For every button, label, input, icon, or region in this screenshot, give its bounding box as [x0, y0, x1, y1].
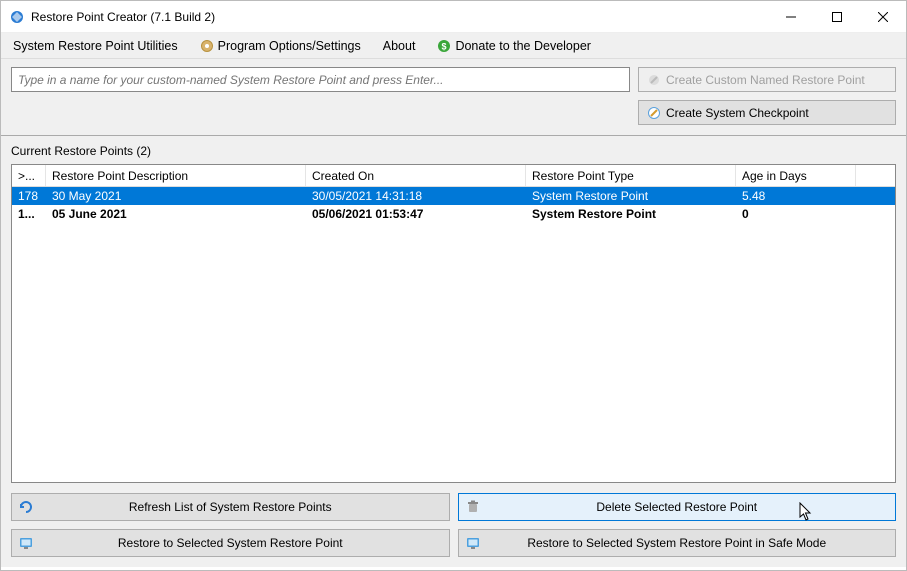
column-type[interactable]: Restore Point Type — [526, 165, 736, 186]
title-bar: Restore Point Creator (7.1 Build 2) — [1, 1, 906, 33]
menu-donate-label: Donate to the Developer — [455, 39, 591, 53]
toolbar: Create Custom Named Restore Point Create… — [1, 59, 906, 136]
cursor-icon — [799, 502, 813, 522]
cell-type: System Restore Point — [526, 187, 736, 205]
table-row[interactable]: 178 30 May 2021 30/05/2021 14:31:18 Syst… — [12, 187, 895, 205]
column-created[interactable]: Created On — [306, 165, 526, 186]
cell-description: 05 June 2021 — [46, 205, 306, 223]
trash-icon — [465, 499, 481, 515]
cell-type: System Restore Point — [526, 205, 736, 223]
dollar-icon: $ — [437, 39, 451, 53]
refresh-icon — [18, 499, 34, 515]
main-content: Current Restore Points (2) >... Restore … — [1, 136, 906, 567]
current-restore-points-label: Current Restore Points (2) — [11, 144, 896, 158]
minimize-button[interactable] — [768, 1, 814, 32]
cell-index: 1... — [12, 205, 46, 223]
window-title: Restore Point Creator (7.1 Build 2) — [31, 10, 768, 24]
refresh-button[interactable]: Refresh List of System Restore Points — [11, 493, 450, 521]
restore-safe-button[interactable]: Restore to Selected System Restore Point… — [458, 529, 897, 557]
menu-options-label: Program Options/Settings — [218, 39, 361, 53]
restore-button[interactable]: Restore to Selected System Restore Point — [11, 529, 450, 557]
menu-about-label: About — [383, 39, 416, 53]
column-index[interactable]: >... — [12, 165, 46, 186]
table-row[interactable]: 1... 05 June 2021 05/06/2021 01:53:47 Sy… — [12, 205, 895, 223]
window-controls — [768, 1, 906, 32]
restore-safe-icon — [465, 535, 481, 551]
svg-text:$: $ — [442, 41, 447, 51]
restore-point-name-input[interactable] — [11, 67, 630, 92]
menu-utilities[interactable]: System Restore Point Utilities — [9, 37, 182, 55]
menu-bar: System Restore Point Utilities Program O… — [1, 33, 906, 59]
grid-body: 178 30 May 2021 30/05/2021 14:31:18 Syst… — [12, 187, 895, 482]
bottom-buttons: Refresh List of System Restore Points De… — [11, 493, 896, 557]
refresh-label: Refresh List of System Restore Points — [129, 500, 332, 514]
restore-label: Restore to Selected System Restore Point — [118, 536, 343, 550]
create-custom-label: Create Custom Named Restore Point — [666, 73, 865, 87]
menu-options[interactable]: Program Options/Settings — [196, 37, 365, 55]
cell-age: 5.48 — [736, 187, 856, 205]
restore-safe-label: Restore to Selected System Restore Point… — [527, 536, 826, 550]
restore-points-grid[interactable]: >... Restore Point Description Created O… — [11, 164, 896, 483]
checkpoint-icon — [647, 106, 661, 120]
gear-icon — [200, 39, 214, 53]
app-icon — [9, 9, 25, 25]
delete-label: Delete Selected Restore Point — [596, 500, 757, 514]
menu-utilities-label: System Restore Point Utilities — [13, 39, 178, 53]
create-custom-button[interactable]: Create Custom Named Restore Point — [638, 67, 896, 92]
delete-button[interactable]: Delete Selected Restore Point — [458, 493, 897, 521]
menu-about[interactable]: About — [379, 37, 420, 55]
column-age[interactable]: Age in Days — [736, 165, 856, 186]
create-checkpoint-label: Create System Checkpoint — [666, 106, 809, 120]
restore-icon — [18, 535, 34, 551]
close-button[interactable] — [860, 1, 906, 32]
cell-age: 0 — [736, 205, 856, 223]
menu-donate[interactable]: $ Donate to the Developer — [433, 37, 595, 55]
maximize-button[interactable] — [814, 1, 860, 32]
create-checkpoint-button[interactable]: Create System Checkpoint — [638, 100, 896, 125]
wand-icon — [647, 73, 661, 87]
cell-index: 178 — [12, 187, 46, 205]
cell-created: 05/06/2021 01:53:47 — [306, 205, 526, 223]
column-description[interactable]: Restore Point Description — [46, 165, 306, 186]
grid-header: >... Restore Point Description Created O… — [12, 165, 895, 187]
cell-description: 30 May 2021 — [46, 187, 306, 205]
cell-created: 30/05/2021 14:31:18 — [306, 187, 526, 205]
